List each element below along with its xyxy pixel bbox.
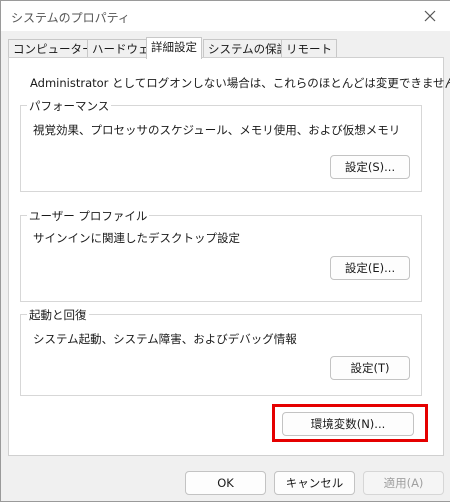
window-title: システムのプロパティ bbox=[11, 11, 130, 25]
apply-button[interactable]: 適用(A) bbox=[363, 471, 444, 495]
startup-recovery-label: 起動と回復 bbox=[27, 307, 89, 323]
startup-recovery-description: システム起動、システム障害、およびデバッグ情報 bbox=[33, 332, 297, 346]
env-vars-highlight bbox=[272, 404, 428, 442]
user-profile-description: サインインに関連したデスクトップ設定 bbox=[33, 231, 240, 245]
tab-system-protection[interactable]: システムの保護 bbox=[203, 39, 294, 58]
close-button[interactable] bbox=[420, 6, 440, 26]
ok-button[interactable]: OK bbox=[185, 471, 266, 495]
performance-settings-button[interactable]: 設定(S)... bbox=[330, 155, 410, 179]
startup-recovery-group: 起動と回復 システム起動、システム障害、およびデバッグ情報 bbox=[20, 307, 422, 396]
user-profile-label: ユーザー プロファイル bbox=[27, 208, 150, 224]
admin-note: Administrator としてログオンしない場合は、これらのほとんどは変更で… bbox=[30, 76, 450, 90]
performance-label: パフォーマンス bbox=[27, 98, 112, 114]
performance-description: 視覚効果、プロセッサのスケジュール、メモリ使用、および仮想メモリ bbox=[33, 123, 401, 137]
user-profile-settings-button[interactable]: 設定(E)... bbox=[330, 256, 410, 280]
tab-advanced[interactable]: 詳細設定 bbox=[146, 37, 202, 59]
close-icon bbox=[424, 10, 436, 22]
title-bar: システムのプロパティ bbox=[1, 1, 450, 31]
startup-recovery-settings-button[interactable]: 設定(T) bbox=[330, 356, 410, 380]
tab-remote[interactable]: リモート bbox=[281, 39, 337, 58]
cancel-button[interactable]: キャンセル bbox=[274, 471, 355, 495]
system-properties-window: システムのプロパティ コンピューター名 ハードウェア 詳細設定 システムの保護 … bbox=[0, 0, 450, 502]
